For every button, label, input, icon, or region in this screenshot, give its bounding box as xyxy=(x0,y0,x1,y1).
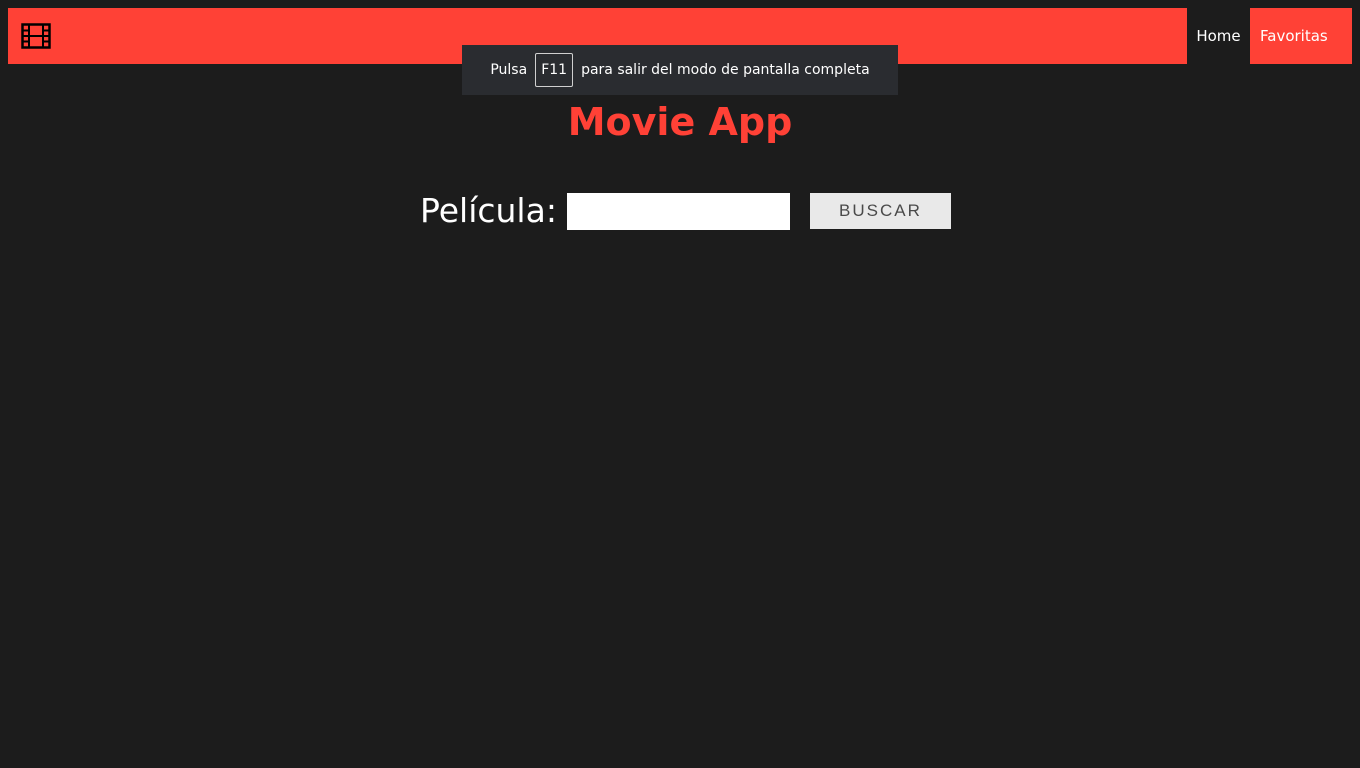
search-button[interactable]: BUSCAR xyxy=(809,193,951,229)
nav-link-favoritas[interactable]: Favoritas xyxy=(1250,8,1352,64)
film-icon[interactable] xyxy=(21,23,51,49)
search-form: Película: BUSCAR xyxy=(420,190,951,232)
fullscreen-toast: Pulsa F11 para salir del modo de pantall… xyxy=(462,45,898,95)
nav-link-home[interactable]: Home xyxy=(1187,8,1250,64)
search-input[interactable] xyxy=(566,192,790,230)
nav-links: Home Favoritas xyxy=(1187,8,1352,64)
fullscreen-toast-suffix: para salir del modo de pantalla completa xyxy=(581,62,870,78)
page-title: Movie App xyxy=(567,100,793,144)
fullscreen-toast-key: F11 xyxy=(535,53,574,87)
page: Home Favoritas Pulsa F11 para salir del … xyxy=(0,0,1360,768)
fullscreen-toast-prefix: Pulsa xyxy=(490,62,528,78)
search-label: Película: xyxy=(420,191,557,230)
